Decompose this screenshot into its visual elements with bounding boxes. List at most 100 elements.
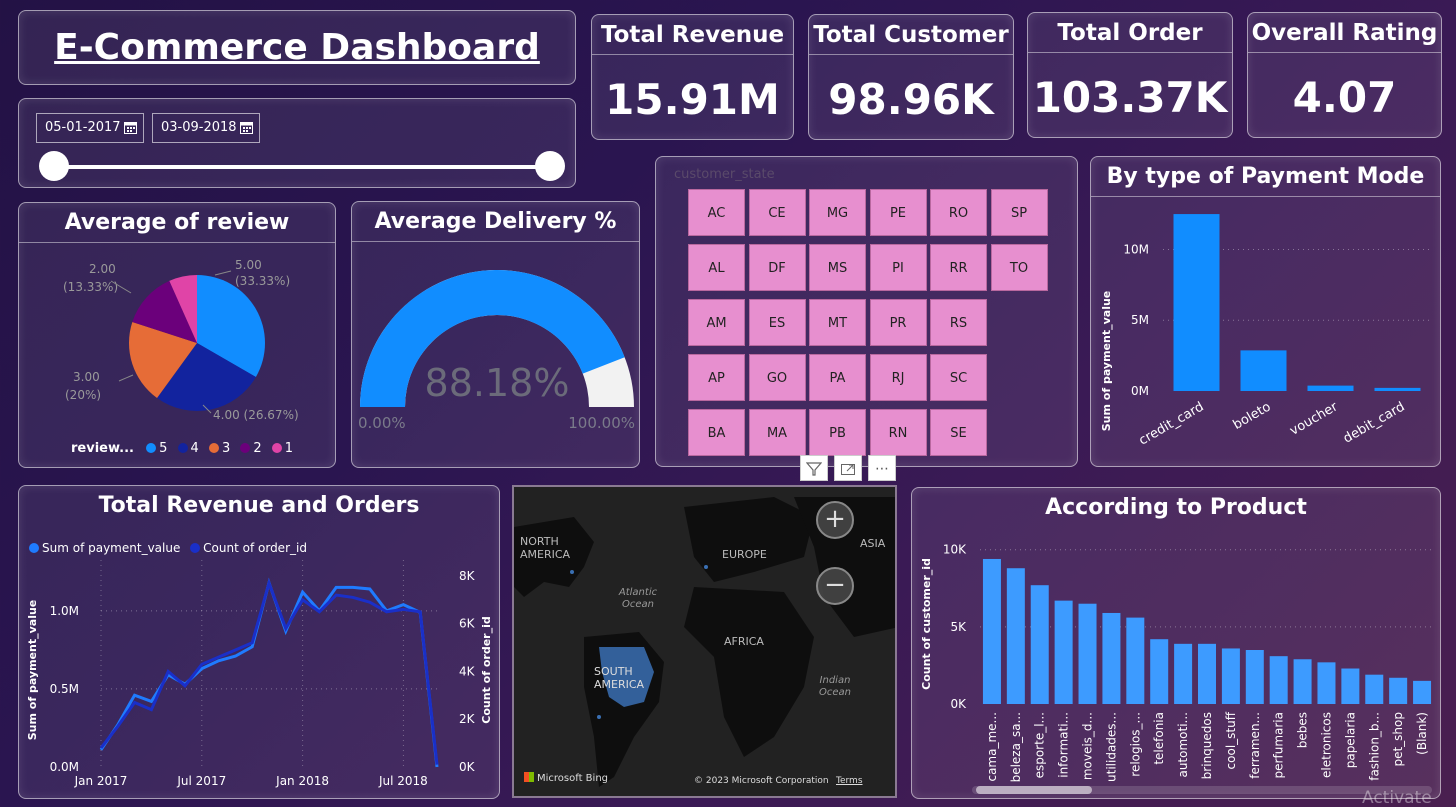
pie-label-5: 5.00	[235, 258, 262, 272]
line-series-orders[interactable]	[99, 578, 439, 765]
kpi-label: Total Order	[1028, 13, 1232, 53]
product-bar[interactable]	[1293, 659, 1312, 704]
map-terms-link[interactable]: Terms	[836, 776, 863, 786]
payment-bar-boleto[interactable]	[1240, 350, 1287, 391]
line-ylabel-right: Count of order_id	[480, 616, 493, 723]
payment-bar-debit_card[interactable]	[1374, 387, 1421, 391]
x-tick-label: bebes	[1296, 712, 1310, 748]
x-tick-label: beleza_sa...	[1009, 712, 1023, 782]
more-options-button[interactable]: ⋯	[868, 455, 896, 481]
product-bar[interactable]	[1054, 600, 1073, 704]
x-tick-label: brinquedos	[1200, 712, 1214, 779]
state-tile-ma[interactable]: MA	[748, 409, 806, 456]
state-tile-pr[interactable]: PR	[869, 299, 927, 346]
product-bar[interactable]	[1317, 662, 1336, 704]
y-tick-label-right: 8K	[459, 569, 476, 583]
product-bar[interactable]	[1198, 643, 1216, 704]
start-date-value: 05-01-2017	[45, 120, 121, 135]
state-tile-al[interactable]: AL	[688, 244, 745, 291]
state-tile-pe[interactable]: PE	[869, 189, 927, 236]
product-bar[interactable]	[1221, 648, 1240, 704]
product-bar[interactable]	[1365, 674, 1384, 704]
state-tile-pi[interactable]: PI	[869, 244, 927, 291]
delivery-gauge[interactable]: 88.18% 0.00% 100.00%	[352, 202, 641, 469]
legend-item-3[interactable]: 3	[208, 441, 230, 456]
state-tile-to[interactable]: TO	[990, 244, 1048, 291]
product-bar[interactable]	[1150, 639, 1169, 704]
legend-swatch	[271, 443, 282, 453]
zoom-in-button[interactable]: +	[816, 501, 854, 539]
product-bar[interactable]	[1389, 677, 1408, 704]
end-date-input[interactable]: 03-09-2018	[152, 113, 260, 143]
zoom-out-button[interactable]: −	[816, 567, 854, 605]
legend-item-5[interactable]: 5	[146, 441, 167, 456]
state-tile-ba[interactable]: BA	[688, 409, 745, 456]
x-tick-label: moveis_d...	[1081, 712, 1095, 780]
state-tile-se[interactable]: SE	[930, 409, 987, 456]
legend-item-1[interactable]: 1	[271, 441, 293, 456]
product-chart[interactable]: Count of customer_id 0K 5K 10K cama_me... be…	[912, 488, 1442, 800]
map-visual[interactable]: NORTH AMERICA EUROPE ASIA Atlantic Ocean…	[512, 485, 897, 798]
product-bar[interactable]	[1341, 668, 1360, 704]
state-tile-ac[interactable]: AC	[688, 189, 745, 236]
state-tile-ro[interactable]: RO	[930, 189, 987, 236]
x-tick-label: debit_card	[1341, 399, 1408, 446]
revenue-orders-chart[interactable]: Sum of payment_value Count of order_id 0…	[19, 486, 501, 800]
filter-icon	[805, 462, 823, 476]
state-tile-ce[interactable]: CE	[748, 189, 806, 236]
date-slider-start-handle[interactable]	[39, 151, 69, 181]
state-tile-ms[interactable]: MS	[809, 244, 866, 291]
start-date-input[interactable]: 05-01-2017	[36, 113, 144, 143]
kpi-total-order: Total Order 103.37K	[1027, 12, 1233, 138]
state-tile-am[interactable]: AM	[688, 299, 745, 346]
state-tile-go[interactable]: GO	[748, 354, 806, 401]
legend-label: 4	[190, 441, 199, 456]
product-bar[interactable]	[1102, 612, 1121, 704]
date-slider-track[interactable]	[53, 165, 549, 169]
payment-bar-voucher[interactable]	[1307, 385, 1354, 391]
calendar-icon[interactable]	[124, 121, 137, 134]
legend-label: 2	[253, 441, 262, 456]
calendar-icon[interactable]	[240, 121, 253, 134]
line-ylabel-left: Sum of payment_value	[26, 600, 39, 741]
state-tile-sc[interactable]: SC	[930, 354, 987, 401]
product-bar[interactable]	[982, 558, 1001, 704]
activate-watermark: Activate	[1362, 788, 1432, 807]
kpi-total-customer: Total Customer 98.96K	[808, 14, 1014, 140]
state-tile-mg[interactable]: MG	[809, 189, 866, 236]
state-tile-pb[interactable]: PB	[809, 409, 866, 456]
y-tick-label: 5M	[1131, 313, 1149, 327]
date-slider-end-handle[interactable]	[535, 151, 565, 181]
product-bar[interactable]	[1269, 656, 1288, 704]
state-tile-es[interactable]: ES	[748, 299, 806, 346]
state-tile-pa[interactable]: PA	[809, 354, 866, 401]
kpi-value: 103.37K	[1032, 73, 1228, 122]
payment-mode-chart[interactable]: Sum of payment_value 0M 5M 10M credit_card b…	[1091, 157, 1442, 468]
payment-bar-credit_card[interactable]	[1173, 214, 1220, 391]
state-tile-rr[interactable]: RR	[930, 244, 987, 291]
product-scrollbar-thumb	[976, 786, 1092, 794]
focus-mode-button[interactable]	[834, 455, 862, 481]
review-pie-chart[interactable]: 5.00 (33.33%) 4.00 (26.67%) 3.00 (20%) 2…	[19, 203, 337, 469]
x-tick-label: informati...	[1057, 712, 1071, 778]
state-tile-ap[interactable]: AP	[688, 354, 745, 401]
state-tile-df[interactable]: DF	[748, 244, 806, 291]
product-bar[interactable]	[1126, 617, 1145, 704]
legend-item-4[interactable]: 4	[177, 441, 199, 456]
focus-mode-icon	[841, 464, 855, 475]
legend-item-2[interactable]: 2	[240, 441, 262, 456]
bing-attribution: Microsoft Bing	[524, 772, 608, 784]
product-bar[interactable]	[1030, 585, 1049, 704]
product-bar[interactable]	[1174, 643, 1193, 704]
map-point	[570, 570, 574, 574]
filter-button[interactable]	[800, 455, 828, 481]
product-bar[interactable]	[1078, 603, 1097, 704]
state-tile-rs[interactable]: RS	[930, 299, 987, 346]
product-bar[interactable]	[1245, 650, 1264, 704]
product-bar[interactable]	[1006, 568, 1025, 704]
state-tile-mt[interactable]: MT	[809, 299, 866, 346]
product-bar[interactable]	[1413, 680, 1432, 704]
state-tile-rn[interactable]: RN	[869, 409, 927, 456]
state-tile-rj[interactable]: RJ	[869, 354, 927, 401]
state-tile-sp[interactable]: SP	[990, 189, 1048, 236]
